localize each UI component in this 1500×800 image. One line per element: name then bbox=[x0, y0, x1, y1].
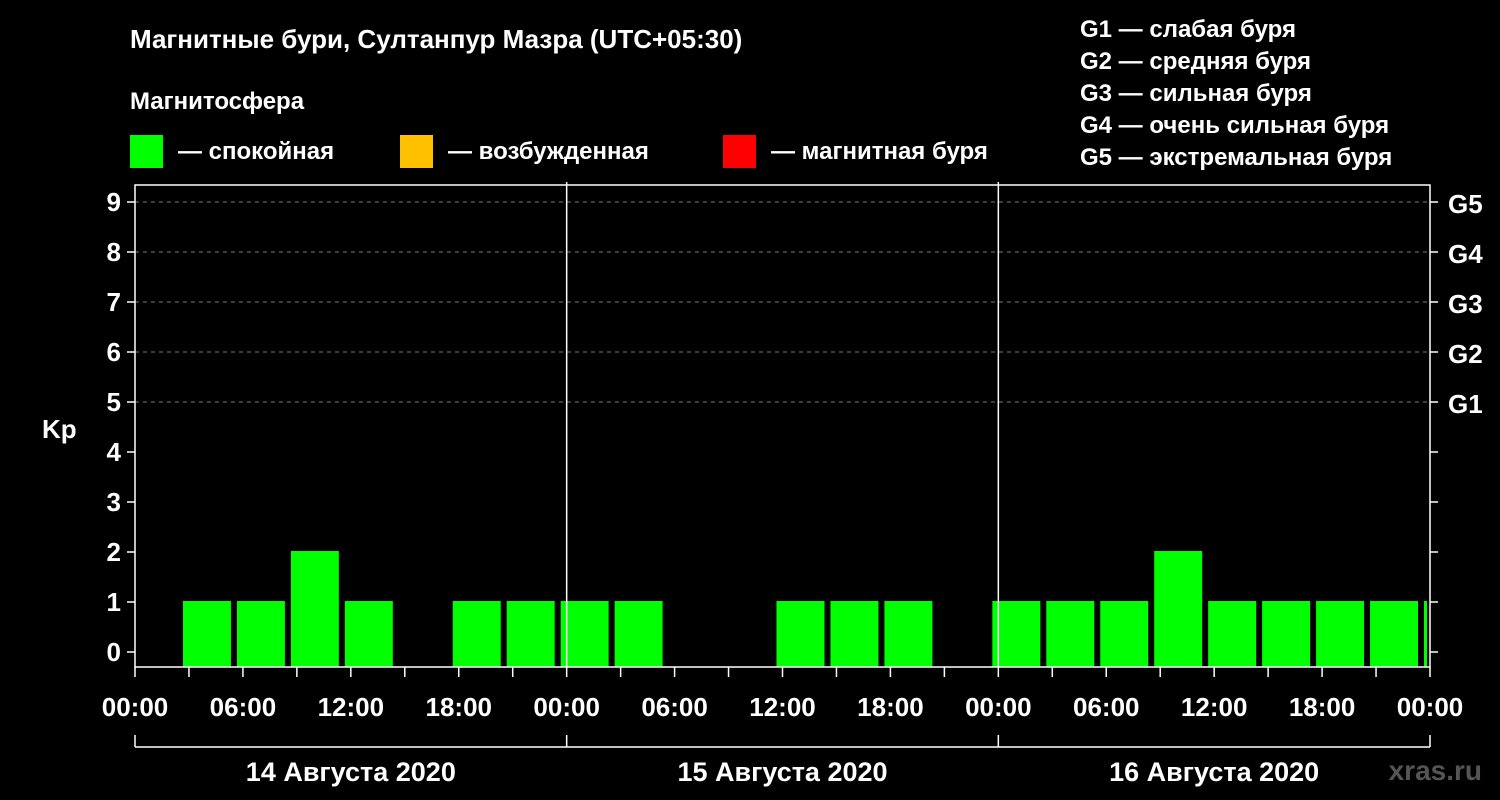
legend-label-0: — спокойная bbox=[178, 138, 334, 165]
y-tick-label: 0 bbox=[107, 637, 121, 667]
g-scale-item-4: G4 — очень сильная буря bbox=[1080, 112, 1389, 139]
day-label: 14 Августа 2020 bbox=[246, 757, 456, 787]
y-tick-label: 4 bbox=[107, 437, 122, 467]
y-tick-label: 6 bbox=[107, 337, 121, 367]
x-tick-label: 18:00 bbox=[426, 692, 493, 722]
x-tick-label: 00:00 bbox=[533, 692, 600, 722]
grid bbox=[135, 201, 1430, 403]
g-scale-item-2: G2 — средняя буря bbox=[1080, 48, 1311, 75]
y-tick-label: 2 bbox=[107, 537, 121, 567]
kp-bar bbox=[1370, 601, 1419, 667]
kp-bar bbox=[1100, 601, 1149, 667]
kp-bar bbox=[560, 601, 609, 667]
watermark: xras.ru bbox=[1389, 755, 1482, 786]
legend-swatch-2 bbox=[723, 135, 756, 168]
kp-bar bbox=[1262, 601, 1311, 667]
g-scale-item-3: G3 — сильная буря bbox=[1080, 80, 1312, 107]
kp-bar bbox=[1154, 551, 1203, 667]
kp-bar bbox=[452, 601, 501, 667]
y-axis-label: Kp bbox=[42, 414, 77, 444]
x-tick-label: 00:00 bbox=[102, 692, 169, 722]
y-tick-label: 9 bbox=[107, 187, 121, 217]
kp-chart: Магнитные бури, Султанпур Мазра (UTC+05:… bbox=[42, 16, 1483, 787]
x-tick-label: 06:00 bbox=[1073, 692, 1140, 722]
kp-bar bbox=[344, 601, 393, 667]
legend-heading: Магнитосфера bbox=[130, 88, 305, 115]
kp-bar bbox=[776, 601, 825, 667]
day-labels: 14 Августа 2020 15 Августа 2020 16 Августа… bbox=[134, 735, 1431, 787]
g-scale-item-1: G1 — слабая буря bbox=[1080, 16, 1296, 43]
day-label: 16 Августа 2020 bbox=[1109, 757, 1319, 787]
y-tick-label: 5 bbox=[107, 387, 121, 417]
x-tick-label: 00:00 bbox=[965, 692, 1032, 722]
day-label: 15 Августа 2020 bbox=[677, 757, 887, 787]
g-tick-label: G3 bbox=[1448, 289, 1483, 319]
g-scale-item-5: G5 — экстремальная буря bbox=[1080, 144, 1392, 171]
kp-bar bbox=[830, 601, 879, 667]
x-tick-label: 18:00 bbox=[1289, 692, 1356, 722]
kp-bar bbox=[614, 601, 663, 667]
x-tick-label: 12:00 bbox=[318, 692, 385, 722]
y-tick-label: 7 bbox=[107, 287, 121, 317]
kp-bar bbox=[1208, 601, 1257, 667]
legend: — спокойная — возбужденная — магнитная бур… bbox=[130, 135, 988, 168]
kp-bar bbox=[182, 601, 231, 667]
legend-label-2: — магнитная буря bbox=[771, 138, 988, 165]
g-scale-legend: G1 — слабая буря G2 — средняя буря G3 — си… bbox=[1080, 16, 1392, 171]
y-tick-label: 8 bbox=[107, 237, 121, 267]
x-tick-label: 06:00 bbox=[210, 692, 277, 722]
g-tick-label: G5 bbox=[1448, 189, 1483, 219]
g-tick-label: G4 bbox=[1448, 239, 1483, 269]
y-tick-label: 1 bbox=[107, 587, 121, 617]
g-tick-label: G2 bbox=[1448, 339, 1483, 369]
kp-bar bbox=[290, 551, 339, 667]
x-tick-label: 12:00 bbox=[1181, 692, 1248, 722]
kp-bar bbox=[1316, 601, 1365, 667]
y-tick-label: 3 bbox=[107, 487, 121, 517]
x-tick-label: 06:00 bbox=[641, 692, 708, 722]
x-tick-label: 18:00 bbox=[857, 692, 924, 722]
x-tick-label: 12:00 bbox=[749, 692, 816, 722]
kp-bar bbox=[506, 601, 555, 667]
x-tick-label: 00:00 bbox=[1397, 692, 1464, 722]
chart-title: Магнитные бури, Султанпур Мазра (UTC+05:… bbox=[130, 24, 742, 54]
bars bbox=[182, 551, 1427, 667]
legend-label-1: — возбужденная bbox=[448, 138, 649, 165]
legend-swatch-1 bbox=[400, 135, 433, 168]
kp-bar bbox=[884, 601, 933, 667]
legend-swatch-0 bbox=[130, 135, 163, 168]
kp-bar bbox=[992, 601, 1041, 667]
kp-bar bbox=[236, 601, 285, 667]
kp-bar bbox=[1424, 601, 1427, 667]
kp-bar bbox=[1046, 601, 1095, 667]
g-tick-label: G1 bbox=[1448, 389, 1483, 419]
